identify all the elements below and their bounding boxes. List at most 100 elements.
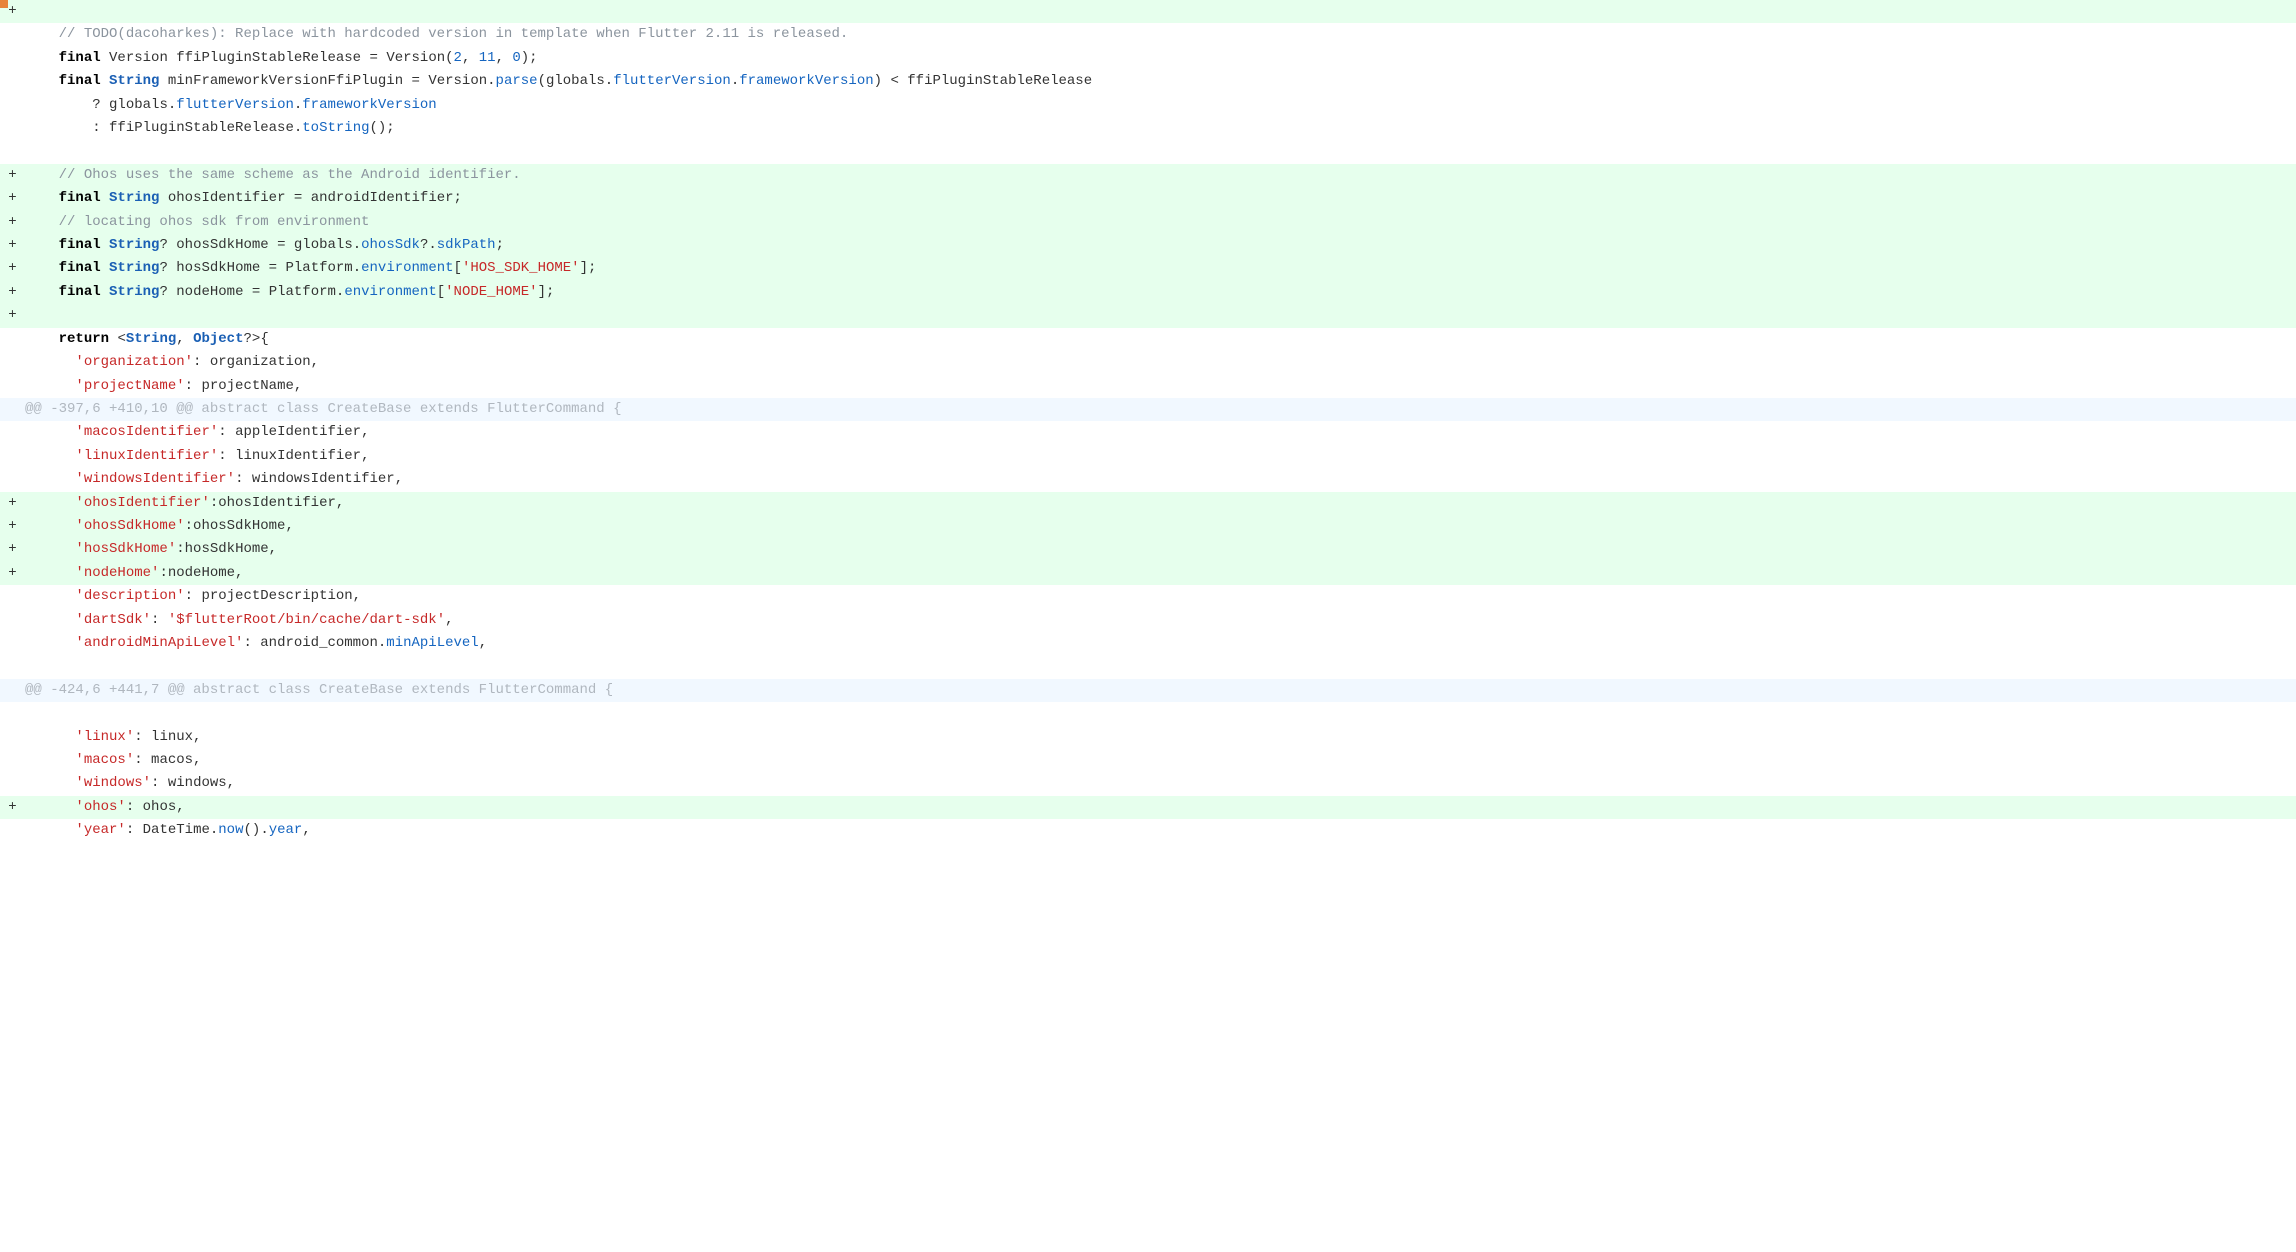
code: 'projectName': projectName,	[25, 375, 2296, 398]
code: 'hosSdkHome':hosSdkHome,	[25, 538, 2296, 561]
code: 'macosIdentifier': appleIdentifier,	[25, 421, 2296, 444]
diff-line-added: + // locating ohos sdk from environment	[0, 211, 2296, 234]
diff-line: // TODO(dacoharkes): Replace with hardco…	[0, 23, 2296, 46]
hunk-text: @@ -397,6 +410,10 @@ abstract class Crea…	[25, 398, 2296, 421]
diff-line	[0, 655, 2296, 678]
code: 'windowsIdentifier': windowsIdentifier,	[25, 468, 2296, 491]
gutter: +	[0, 796, 25, 819]
code: final String ohosIdentifier = androidIde…	[25, 187, 2296, 210]
code	[25, 0, 2296, 23]
diff-line: 'macosIdentifier': appleIdentifier,	[0, 421, 2296, 444]
gutter: +	[0, 187, 25, 210]
code: 'organization': organization,	[25, 351, 2296, 374]
code: // TODO(dacoharkes): Replace with hardco…	[25, 23, 2296, 46]
diff-container: + // TODO(dacoharkes): Replace with hard…	[0, 0, 2296, 843]
gutter	[0, 609, 25, 632]
code: 'ohosIdentifier':ohosIdentifier,	[25, 492, 2296, 515]
diff-line: : ffiPluginStableRelease.toString();	[0, 117, 2296, 140]
gutter	[0, 375, 25, 398]
gutter: +	[0, 304, 25, 327]
code: 'macos': macos,	[25, 749, 2296, 772]
gutter	[0, 772, 25, 795]
code	[25, 655, 2296, 678]
code: 'windows': windows,	[25, 772, 2296, 795]
gutter	[0, 94, 25, 117]
diff-line-added: + 'ohos': ohos,	[0, 796, 2296, 819]
diff-line-added: + 'ohosSdkHome':ohosSdkHome,	[0, 515, 2296, 538]
code: 'linuxIdentifier': linuxIdentifier,	[25, 445, 2296, 468]
diff-line-added: + final String ohosIdentifier = androidI…	[0, 187, 2296, 210]
code: final String? hosSdkHome = Platform.envi…	[25, 257, 2296, 280]
diff-line: +	[0, 0, 2296, 23]
gutter: +	[0, 538, 25, 561]
gutter	[0, 655, 25, 678]
diff-line-added: + 'hosSdkHome':hosSdkHome,	[0, 538, 2296, 561]
code: 'description': projectDescription,	[25, 585, 2296, 608]
diff-line	[0, 140, 2296, 163]
gutter	[0, 23, 25, 46]
code: final String? ohosSdkHome = globals.ohos…	[25, 234, 2296, 257]
diff-line-added: + final String? ohosSdkHome = globals.oh…	[0, 234, 2296, 257]
gutter: +	[0, 211, 25, 234]
gutter	[0, 117, 25, 140]
code: 'ohosSdkHome':ohosSdkHome,	[25, 515, 2296, 538]
diff-line: final Version ffiPluginStableRelease = V…	[0, 47, 2296, 70]
code: final String minFrameworkVersionFfiPlugi…	[25, 70, 2296, 93]
diff-line: 'description': projectDescription,	[0, 585, 2296, 608]
diff-line: 'windows': windows,	[0, 772, 2296, 795]
gutter: +	[0, 234, 25, 257]
code: final Version ffiPluginStableRelease = V…	[25, 47, 2296, 70]
highlight-marker	[0, 0, 8, 8]
code	[25, 140, 2296, 163]
gutter: +	[0, 515, 25, 538]
diff-line: 'dartSdk': '$flutterRoot/bin/cache/dart-…	[0, 609, 2296, 632]
diff-line-added: +	[0, 304, 2296, 327]
code: 'androidMinApiLevel': android_common.min…	[25, 632, 2296, 655]
diff-line: 'androidMinApiLevel': android_common.min…	[0, 632, 2296, 655]
code	[25, 702, 2296, 725]
gutter: +	[0, 492, 25, 515]
gutter	[0, 421, 25, 444]
diff-line: 'macos': macos,	[0, 749, 2296, 772]
gutter	[0, 328, 25, 351]
gutter	[0, 445, 25, 468]
gutter	[0, 47, 25, 70]
gutter	[0, 749, 25, 772]
code: // locating ohos sdk from environment	[25, 211, 2296, 234]
code: : ffiPluginStableRelease.toString();	[25, 117, 2296, 140]
hunk-header: @@ -397,6 +410,10 @@ abstract class Crea…	[0, 398, 2296, 421]
gutter: +	[0, 257, 25, 280]
code: final String? nodeHome = Platform.enviro…	[25, 281, 2296, 304]
hunk-text: @@ -424,6 +441,7 @@ abstract class Creat…	[25, 679, 2296, 702]
diff-line	[0, 702, 2296, 725]
gutter: +	[0, 164, 25, 187]
code: 'nodeHome':nodeHome,	[25, 562, 2296, 585]
code: 'ohos': ohos,	[25, 796, 2296, 819]
gutter	[0, 585, 25, 608]
diff-line: final String minFrameworkVersionFfiPlugi…	[0, 70, 2296, 93]
code: return <String, Object?>{	[25, 328, 2296, 351]
diff-line: return <String, Object?>{	[0, 328, 2296, 351]
gutter	[0, 140, 25, 163]
diff-line-added: + final String? hosSdkHome = Platform.en…	[0, 257, 2296, 280]
diff-line: ? globals.flutterVersion.frameworkVersio…	[0, 94, 2296, 117]
gutter	[0, 632, 25, 655]
diff-line: 'year': DateTime.now().year,	[0, 819, 2296, 842]
code: 'year': DateTime.now().year,	[25, 819, 2296, 842]
diff-line-added: + 'nodeHome':nodeHome,	[0, 562, 2296, 585]
hunk-header: @@ -424,6 +441,7 @@ abstract class Creat…	[0, 679, 2296, 702]
gutter	[0, 679, 25, 702]
gutter	[0, 351, 25, 374]
gutter: +	[0, 562, 25, 585]
diff-line: 'windowsIdentifier': windowsIdentifier,	[0, 468, 2296, 491]
gutter	[0, 398, 25, 421]
gutter	[0, 726, 25, 749]
diff-line-added: + 'ohosIdentifier':ohosIdentifier,	[0, 492, 2296, 515]
code: 'linux': linux,	[25, 726, 2296, 749]
diff-line: 'linux': linux,	[0, 726, 2296, 749]
diff-line-added: + final String? nodeHome = Platform.envi…	[0, 281, 2296, 304]
diff-line: 'organization': organization,	[0, 351, 2296, 374]
diff-line-added: + // Ohos uses the same scheme as the An…	[0, 164, 2296, 187]
diff-line: 'linuxIdentifier': linuxIdentifier,	[0, 445, 2296, 468]
gutter	[0, 468, 25, 491]
